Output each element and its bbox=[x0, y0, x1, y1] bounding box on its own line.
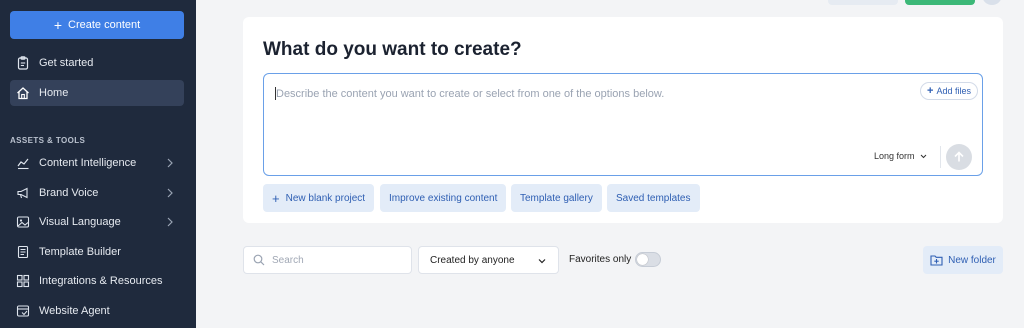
sidebar-item-content-intelligence[interactable]: Content Intelligence bbox=[10, 150, 184, 176]
folder-plus-icon bbox=[930, 255, 943, 266]
chevron-down-icon bbox=[920, 154, 926, 158]
length-select[interactable]: Long form bbox=[874, 151, 927, 161]
top-secondary-button[interactable] bbox=[828, 0, 898, 5]
template-gallery-button[interactable]: Template gallery bbox=[511, 184, 602, 212]
arrow-up-icon bbox=[954, 151, 964, 162]
sidebar-item-integrations-resources[interactable]: Integrations & Resources bbox=[10, 268, 184, 294]
sidebar: + Create content Get started Home ASSETS… bbox=[0, 0, 196, 328]
sidebar-item-label: Get started bbox=[39, 57, 94, 69]
sidebar-item-template-builder[interactable]: Template Builder bbox=[10, 239, 184, 265]
length-select-label: Long form bbox=[874, 151, 915, 161]
sidebar-item-label: Integrations & Resources bbox=[39, 275, 163, 287]
create-content-button[interactable]: + Create content bbox=[10, 11, 184, 39]
sidebar-item-get-started[interactable]: Get started bbox=[10, 50, 184, 76]
plus-icon: + bbox=[272, 190, 280, 206]
sidebar-item-visual-language[interactable]: Visual Language bbox=[10, 209, 184, 235]
sidebar-item-label: Brand Voice bbox=[39, 187, 99, 199]
create-content-label: Create content bbox=[68, 19, 141, 31]
chevron-right-icon bbox=[167, 188, 173, 198]
megaphone-icon bbox=[16, 186, 30, 200]
sidebar-item-label: Home bbox=[39, 87, 69, 99]
created-by-value: Created by anyone bbox=[430, 254, 515, 266]
improve-existing-content-button[interactable]: Improve existing content bbox=[380, 184, 507, 212]
chart-icon bbox=[16, 156, 30, 170]
favorites-toggle[interactable] bbox=[635, 252, 661, 267]
chevron-down-icon bbox=[538, 259, 546, 264]
prompt-input[interactable]: Describe the content you want to create … bbox=[263, 73, 983, 176]
image-icon bbox=[16, 215, 30, 229]
plus-icon: + bbox=[927, 85, 934, 97]
chip-label: Saved templates bbox=[616, 192, 691, 204]
home-icon bbox=[16, 86, 30, 100]
avatar[interactable] bbox=[982, 0, 1002, 5]
sidebar-item-label: Website Agent bbox=[39, 305, 110, 317]
chevron-right-icon bbox=[167, 158, 173, 168]
add-files-label: Add files bbox=[936, 86, 971, 96]
section-label: ASSETS & TOOLS bbox=[10, 136, 86, 145]
new-folder-label: New folder bbox=[948, 254, 996, 266]
page-title: What do you want to create? bbox=[263, 39, 522, 60]
created-by-select[interactable]: Created by anyone bbox=[418, 246, 559, 274]
search-input[interactable]: Search bbox=[243, 246, 412, 274]
clipboard-icon bbox=[16, 56, 30, 70]
top-primary-button[interactable] bbox=[905, 0, 975, 5]
grid-icon bbox=[16, 274, 30, 288]
chip-label: Improve existing content bbox=[389, 192, 498, 204]
add-files-button[interactable]: + Add files bbox=[920, 82, 978, 100]
toggle-knob bbox=[637, 254, 648, 265]
browser-icon bbox=[16, 304, 30, 318]
new-blank-project-button[interactable]: + New blank project bbox=[263, 184, 375, 212]
sidebar-item-brand-voice[interactable]: Brand Voice bbox=[10, 180, 184, 206]
document-icon bbox=[16, 245, 30, 259]
plus-icon: + bbox=[53, 17, 63, 33]
chip-label: New blank project bbox=[285, 192, 366, 204]
search-icon bbox=[253, 254, 265, 266]
divider bbox=[940, 146, 941, 168]
create-card: What do you want to create? Describe the… bbox=[243, 17, 1003, 223]
prompt-placeholder: Describe the content you want to create … bbox=[276, 88, 665, 100]
search-placeholder: Search bbox=[272, 254, 304, 266]
sidebar-item-home[interactable]: Home bbox=[10, 80, 184, 106]
sidebar-item-website-agent[interactable]: Website Agent bbox=[10, 298, 184, 324]
sidebar-item-label: Visual Language bbox=[39, 216, 121, 228]
sidebar-item-label: Content Intelligence bbox=[39, 157, 137, 169]
saved-templates-button[interactable]: Saved templates bbox=[607, 184, 700, 212]
favorites-label: Favorites only bbox=[569, 254, 632, 265]
send-button[interactable] bbox=[946, 144, 972, 170]
sidebar-item-label: Template Builder bbox=[39, 246, 121, 258]
chevron-right-icon bbox=[167, 217, 173, 227]
chip-label: Template gallery bbox=[520, 192, 593, 204]
new-folder-button[interactable]: New folder bbox=[923, 246, 1003, 274]
